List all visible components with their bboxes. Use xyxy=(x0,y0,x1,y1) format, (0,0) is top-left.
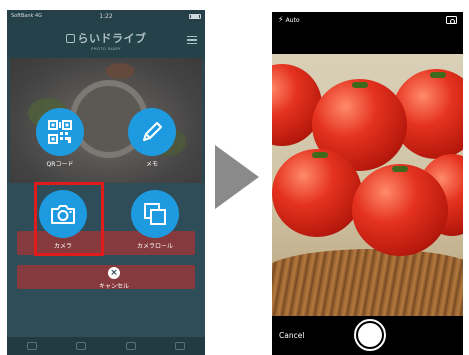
qr-code-icon xyxy=(36,108,84,156)
camera-top-bar: ⚡ Auto xyxy=(272,12,463,54)
app-screen: SoftBank 4G 1:22 らいドライブ PHOTO DIARY QRコー… xyxy=(7,10,205,355)
app-logo: らいドライブ PHOTO DIARY xyxy=(65,30,147,51)
tab-icon xyxy=(175,342,186,350)
logo-mark-icon xyxy=(65,33,75,43)
camera-bottom-bar: Cancel xyxy=(272,316,463,355)
highlight-box xyxy=(34,182,104,256)
bottom-tab-bar xyxy=(7,337,205,355)
carrier-text: SoftBank 4G xyxy=(11,13,43,19)
memo-label: メモ xyxy=(145,161,158,168)
camera-roll-button[interactable]: カメラロール xyxy=(131,190,179,250)
flash-toggle[interactable]: ⚡ Auto xyxy=(278,16,300,24)
arrow-right-icon xyxy=(215,145,259,209)
pencil-icon xyxy=(128,108,176,156)
qr-code-button[interactable]: QRコード xyxy=(36,108,84,168)
camera-cancel-button[interactable]: Cancel xyxy=(279,331,304,340)
cancel-menu-label: キャンセル xyxy=(98,283,129,290)
logo-subtitle: PHOTO DIARY xyxy=(91,46,121,51)
shutter-button[interactable] xyxy=(354,319,386,351)
memo-button[interactable]: メモ xyxy=(128,108,176,168)
tab-icon xyxy=(76,342,87,350)
tab-icon xyxy=(125,342,136,350)
app-header: らいドライブ PHOTO DIARY xyxy=(7,22,205,58)
camera-viewfinder xyxy=(272,54,463,316)
tab-icon xyxy=(26,342,37,350)
close-icon: × xyxy=(108,267,120,279)
switch-camera-icon[interactable] xyxy=(446,16,457,24)
flash-mode-label: Auto xyxy=(285,16,300,24)
basket-image xyxy=(272,249,463,316)
status-time: 1:22 xyxy=(99,12,113,20)
camera-roll-label: カメラロール xyxy=(136,243,173,250)
cancel-menu-button[interactable]: × キャンセル xyxy=(84,267,144,290)
battery-icon xyxy=(189,13,201,19)
hamburger-menu-icon[interactable] xyxy=(187,36,197,44)
copy-squares-icon xyxy=(131,190,179,238)
qr-code-label: QRコード xyxy=(46,161,74,168)
flash-icon: ⚡ xyxy=(278,15,284,24)
camera-screen: ⚡ Auto Cancel xyxy=(272,12,463,355)
logo-text: らいドライブ xyxy=(77,31,147,45)
status-bar: SoftBank 4G 1:22 xyxy=(7,10,205,22)
